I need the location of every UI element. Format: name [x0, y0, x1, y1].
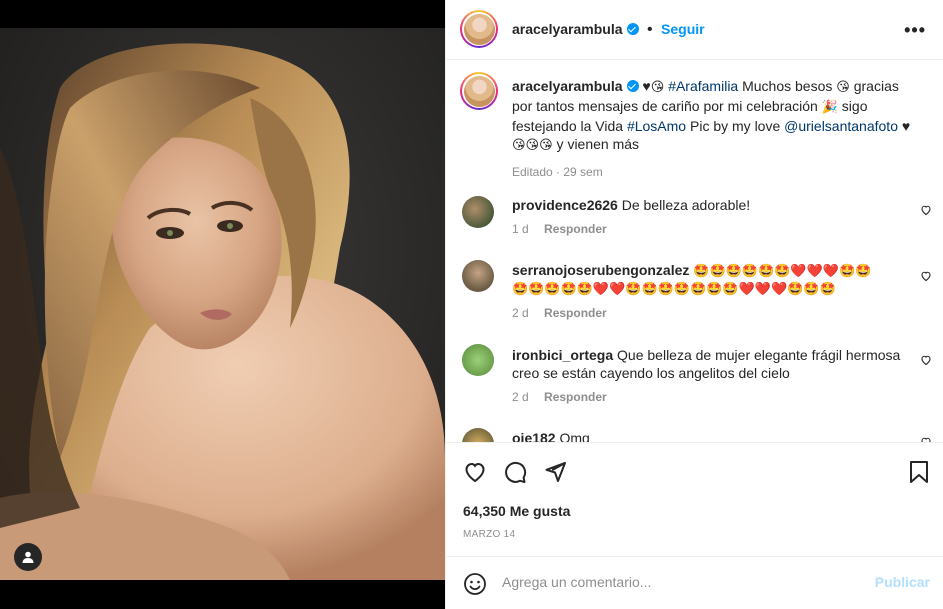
- comments-list[interactable]: aracelyarambula ♥😘 #Arafamilia Muchos be…: [446, 60, 943, 442]
- comment-like-heart-icon[interactable]: [920, 204, 932, 216]
- caption-text: ♥: [897, 118, 911, 134]
- comment-item: serranojoserubengonzalez 🤩🤩🤩🤩🤩🤩❤️❤️❤️🤩🤩 …: [512, 261, 912, 299]
- comment-meta: 1 d Responder: [512, 222, 607, 236]
- add-comment-bar: Agrega un comentario... Publicar: [446, 556, 943, 609]
- caption-username[interactable]: aracelyarambula: [512, 78, 623, 94]
- party-emoji: 🎉: [821, 100, 838, 115]
- comment-item: ironbici_ortega Que belleza de mujer ele…: [512, 346, 912, 382]
- comment-item: providence2626 De belleza adorable!: [512, 197, 750, 213]
- caption-avatar[interactable]: [460, 72, 498, 110]
- reply-button[interactable]: Responder: [544, 222, 607, 236]
- caption-text: y vienen más: [552, 136, 640, 152]
- comment-avatar[interactable]: [462, 196, 494, 228]
- follow-button[interactable]: Seguir: [661, 21, 705, 37]
- likes-count[interactable]: 64,350 Me gusta: [463, 503, 570, 519]
- reply-button[interactable]: Responder: [544, 306, 607, 320]
- comment-item: oje182 Omg: [512, 430, 590, 442]
- post-photo[interactable]: [0, 28, 445, 580]
- comment-time: 2 d: [512, 306, 529, 320]
- hashtag-link[interactable]: #Arafamilia: [668, 78, 738, 94]
- reply-button[interactable]: Responder: [544, 390, 607, 404]
- caption-text: sigo: [837, 98, 868, 114]
- comment-avatar[interactable]: [462, 344, 494, 376]
- author-avatar[interactable]: [460, 10, 498, 48]
- comment-text: Que belleza de mujer elegante frágil her…: [617, 347, 901, 363]
- comment-text: 🤩🤩🤩🤩🤩❤️❤️🤩🤩🤩🤩🤩🤩🤩❤️❤️❤️🤩🤩🤩: [512, 282, 836, 297]
- tagged-user-icon[interactable]: [14, 543, 42, 571]
- share-paper-plane-icon[interactable]: [543, 460, 567, 484]
- kiss-emoji: 😘: [650, 80, 665, 95]
- comment-icon[interactable]: [503, 460, 527, 484]
- caption: aracelyarambula ♥😘 #Arafamilia Muchos be…: [512, 77, 932, 181]
- mention-link[interactable]: @urielsantanafoto: [784, 118, 898, 134]
- header-username[interactable]: aracelyarambula: [512, 21, 623, 37]
- hashtag-link[interactable]: #LosAmo: [627, 118, 686, 134]
- comment-text: creo se están cayendo los angelitos del …: [512, 365, 790, 381]
- comment-text: De belleza adorable!: [621, 197, 751, 213]
- comment-username[interactable]: ironbici_ortega: [512, 347, 613, 363]
- caption-meta: Editado · 29 sem: [512, 165, 603, 179]
- post-date[interactable]: MARZO 14: [463, 529, 515, 540]
- header-dot-separator: •: [646, 21, 653, 38]
- comment-text: Omg: [559, 430, 590, 442]
- comment-avatar[interactable]: [462, 260, 494, 292]
- post-actions: 64,350 Me gusta MARZO 14: [446, 442, 943, 556]
- comment-like-heart-icon[interactable]: [920, 270, 932, 282]
- portrait-image: [0, 43, 445, 580]
- verified-badge-icon: [626, 80, 639, 92]
- person-icon: [22, 551, 34, 563]
- kiss-emoji: 😘: [836, 80, 850, 95]
- like-heart-icon[interactable]: [462, 460, 488, 484]
- more-options-icon[interactable]: •••: [904, 20, 926, 41]
- comment-time: 2 d: [512, 390, 529, 404]
- comment-meta: 2 d Responder: [512, 306, 607, 320]
- comment-avatar[interactable]: [462, 428, 494, 442]
- verified-badge-icon: [626, 23, 639, 35]
- post-media[interactable]: [0, 0, 445, 609]
- caption-text: Muchos besos: [738, 78, 837, 94]
- comment-text: 🤩🤩🤩🤩🤩🤩❤️❤️❤️🤩🤩: [693, 264, 872, 279]
- caption-text: festejando la Vida: [512, 118, 627, 134]
- save-bookmark-icon[interactable]: [908, 460, 930, 484]
- comment-username[interactable]: providence2626: [512, 197, 618, 213]
- kiss-emojis: 😘😘😘: [512, 138, 553, 153]
- caption-text: por tantos mensajes de cariño por mi cel…: [512, 98, 822, 114]
- post-comment-button[interactable]: Publicar: [875, 574, 930, 590]
- comment-time: 1 d: [512, 222, 529, 236]
- post-header: aracelyarambula • Seguir •••: [446, 0, 943, 60]
- comment-input[interactable]: Agrega un comentario...: [502, 574, 651, 590]
- comment-like-heart-icon[interactable]: [920, 354, 932, 366]
- caption-text: ♥: [642, 78, 651, 94]
- comment-meta: 2 d Responder: [512, 390, 607, 404]
- caption-text: gracias: [849, 78, 899, 94]
- comment-username[interactable]: serranojoserubengonzalez: [512, 262, 689, 278]
- caption-text: Pic by my love: [686, 118, 785, 134]
- comment-username[interactable]: oje182: [512, 430, 556, 442]
- emoji-smiley-icon[interactable]: [463, 572, 487, 596]
- post-panel: aracelyarambula • Seguir ••• aracelyaram…: [445, 0, 943, 609]
